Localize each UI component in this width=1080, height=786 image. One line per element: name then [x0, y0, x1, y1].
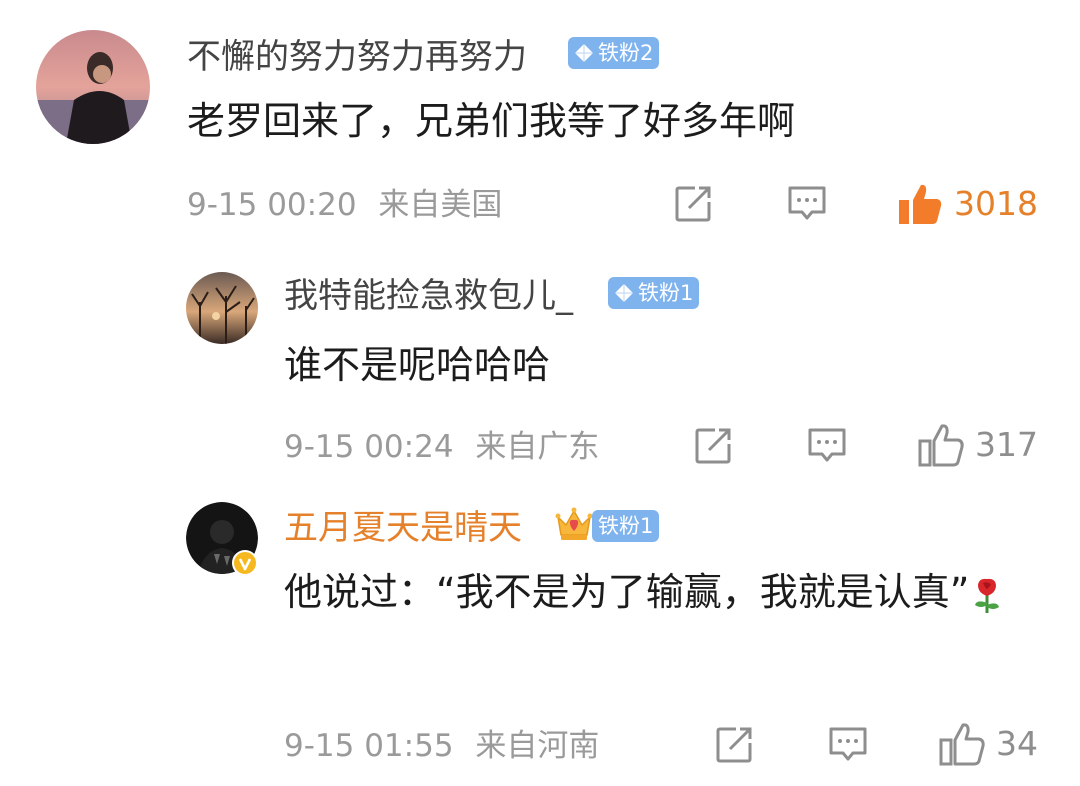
thumbs-up-icon [939, 723, 985, 766]
comment-meta: 9-15 00:24 来自广东 [284, 427, 599, 467]
comment-button[interactable] [827, 723, 869, 765]
comment-meta: 9-15 01:55 来自河南 [284, 726, 599, 766]
comment-time: 9-15 00:20 [187, 187, 357, 223]
rose-emoji [975, 578, 1000, 613]
comment-icon [829, 727, 867, 761]
comment-meta: 9-15 00:20 来自美国 [187, 185, 502, 225]
comment-time: 9-15 00:24 [284, 429, 454, 465]
fan-badge[interactable]: 铁粉1 [608, 277, 700, 309]
badge-label: 铁粉2 [598, 41, 654, 65]
like-count: 3018 [954, 184, 1038, 223]
comment-location: 来自广东 [475, 429, 600, 465]
comment-item-1: 不懈的努力努力再努力 铁粉2 老罗回来了，兄弟们我等了好多年啊 9-15 00:… [0, 0, 1080, 250]
diamond-icon [615, 284, 633, 302]
diamond-icon [575, 44, 593, 62]
share-button[interactable] [693, 426, 735, 466]
avatar[interactable] [36, 30, 150, 144]
share-icon [675, 186, 711, 222]
fan-badge[interactable]: 铁粉1 [592, 510, 660, 542]
like-count: 34 [996, 724, 1038, 763]
verified-icon [232, 550, 258, 576]
like-button[interactable]: 34 [938, 721, 1038, 767]
username[interactable]: 不懈的努力努力再努力 [187, 37, 527, 77]
username[interactable]: 我特能捡急救包儿_ [284, 276, 573, 316]
comment-icon [808, 428, 846, 462]
comment-time: 9-15 01:55 [284, 728, 454, 764]
like-button[interactable]: 317 [917, 422, 1038, 468]
comment-text: 老罗回来了，兄弟们我等了好多年啊 [187, 99, 796, 143]
badge-label: 铁粉1 [598, 514, 654, 538]
badge-label: 铁粉1 [638, 281, 694, 305]
share-button[interactable] [714, 725, 756, 765]
share-icon [716, 727, 752, 763]
avatar[interactable] [186, 272, 258, 344]
like-count: 317 [975, 425, 1038, 464]
username[interactable]: 五月夏天是晴天 [284, 508, 522, 548]
share-icon [695, 428, 731, 464]
crown-icon [555, 507, 593, 540]
comment-location: 来自美国 [378, 187, 503, 223]
comment-text: 谁不是呢哈哈哈 [284, 343, 551, 387]
comment-text-content: 他说过：“我不是为了输赢，我就是认真” [284, 570, 970, 614]
like-button[interactable]: 3018 [896, 181, 1038, 227]
fan-badge[interactable]: 铁粉2 [568, 37, 660, 69]
comment-item-3: 五月夏天是晴天 铁粉1 他说过：“我不是为了输赢，我就是认真” 9-15 01:… [0, 490, 1080, 786]
comment-location: 来自河南 [475, 728, 600, 764]
comment-text: 他说过：“我不是为了输赢，我就是认真” [284, 562, 1004, 622]
comment-icon [788, 186, 826, 220]
comment-item-2: 我特能捡急救包儿_ 铁粉1 谁不是呢哈哈哈 9-15 00:24 来自广东 31… [0, 250, 1080, 490]
thumbs-up-icon [918, 424, 964, 467]
comment-button[interactable] [806, 424, 848, 466]
avatar[interactable] [186, 502, 258, 576]
thumbs-up-icon [899, 184, 942, 224]
comment-button[interactable] [786, 182, 828, 224]
share-button[interactable] [673, 184, 715, 224]
